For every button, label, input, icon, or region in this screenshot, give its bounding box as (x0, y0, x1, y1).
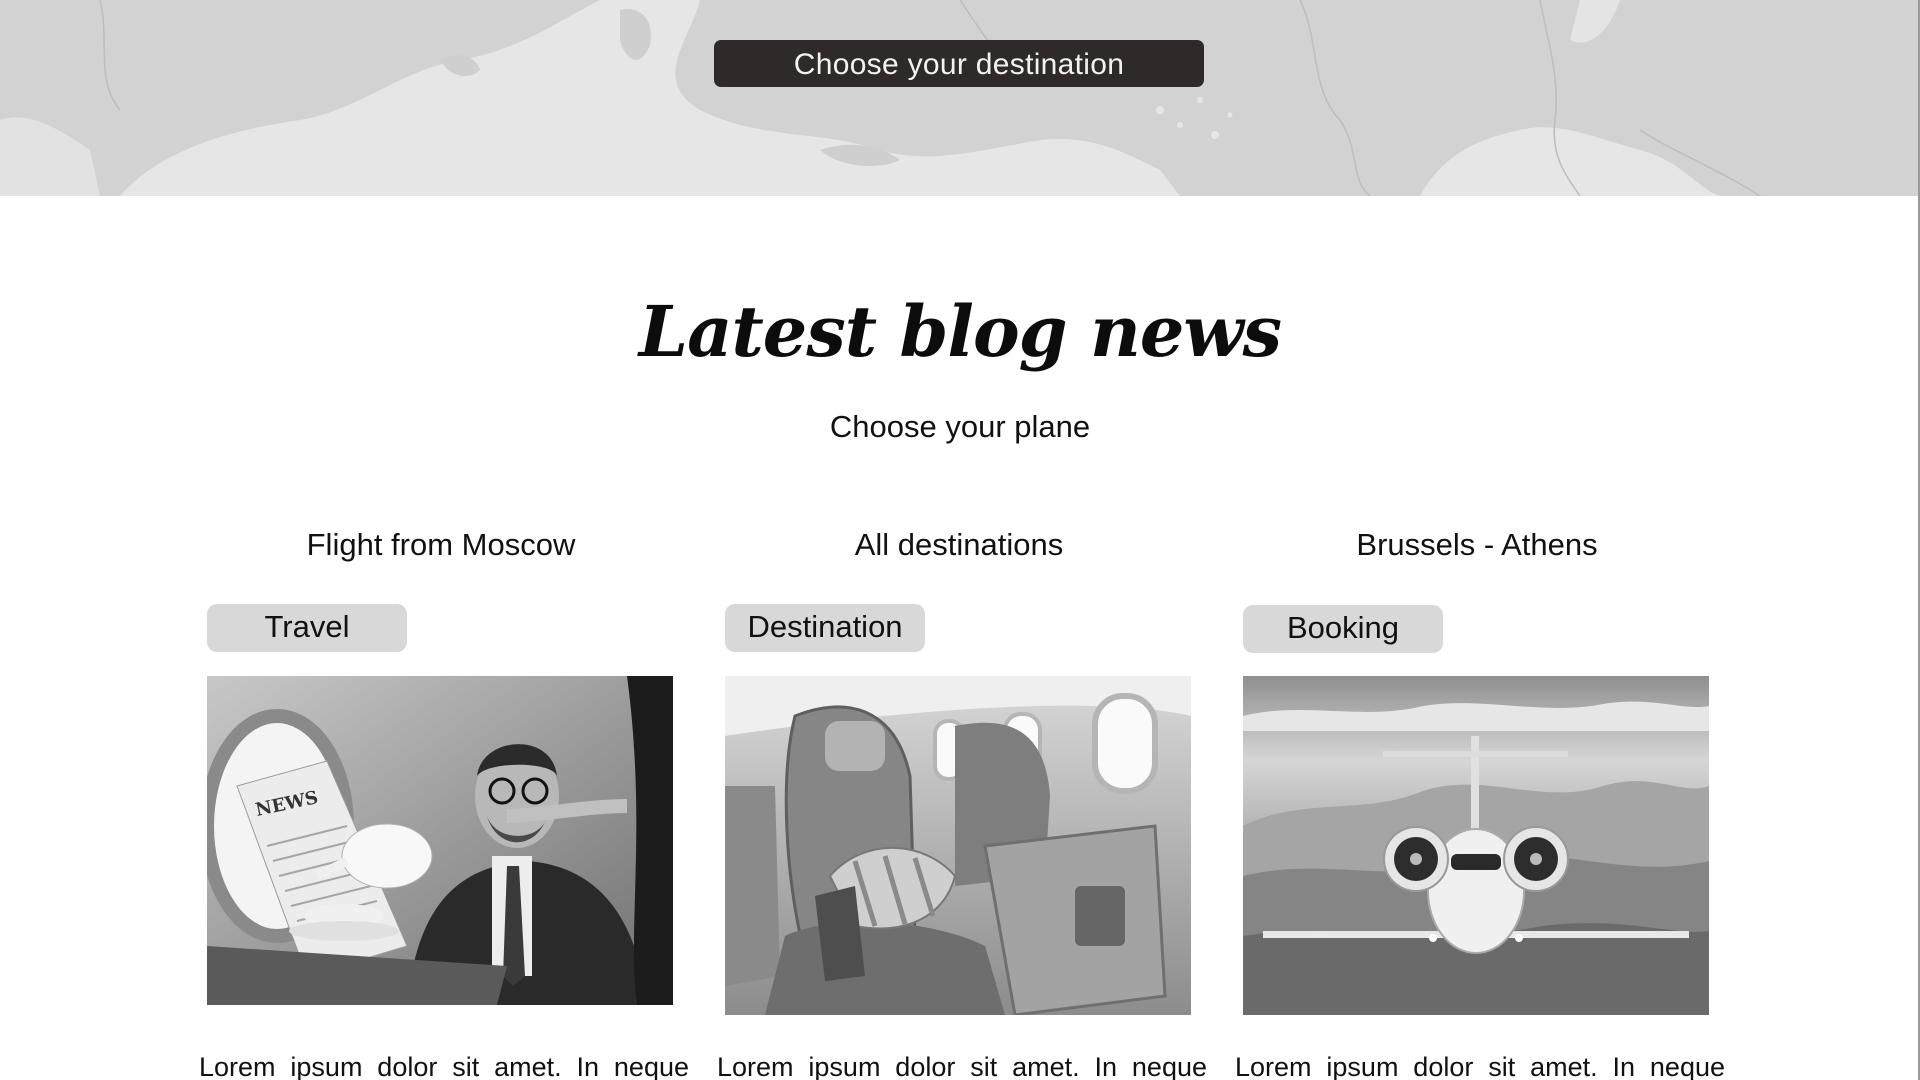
map-background-image (0, 0, 1920, 196)
choose-destination-button[interactable]: Choose your destination (714, 40, 1204, 87)
card-title[interactable]: Brussels - Athens (1243, 520, 1711, 570)
airplane-seat-interior-image[interactable] (725, 676, 1191, 1015)
card-title[interactable]: All destinations (725, 520, 1193, 570)
tag-booking[interactable]: Booking (1243, 605, 1443, 653)
tag-destination[interactable]: Destination (725, 604, 925, 652)
blog-subtitle: Choose your plane (829, 409, 1091, 444)
blog-card[interactable]: Flight from Moscow Travel NEWS Lorem ips… (199, 520, 689, 1080)
blog-card[interactable]: Brussels - Athens Booking Lorem ipsum do… (1235, 520, 1725, 1080)
blog-card[interactable]: All destinations Destination Lorem ipsum… (717, 520, 1207, 1080)
map-banner: Choose your destination (0, 0, 1920, 196)
card-excerpt: Lorem ipsum dolor sit amet. In neque (717, 1052, 1207, 1080)
card-excerpt: Lorem ipsum dolor sit amet. In neque (199, 1052, 689, 1080)
page: Choose your destination Latest blog news… (0, 0, 1920, 1080)
private-jet-flying-image[interactable] (1243, 676, 1709, 1015)
blog-title: Latest blog news (638, 290, 1282, 373)
card-excerpt: Lorem ipsum dolor sit amet. In neque (1235, 1052, 1725, 1080)
tag-travel[interactable]: Travel (207, 604, 407, 652)
card-title[interactable]: Flight from Moscow (207, 520, 675, 570)
businessman-reading-newspaper-image[interactable]: NEWS (207, 676, 673, 1005)
